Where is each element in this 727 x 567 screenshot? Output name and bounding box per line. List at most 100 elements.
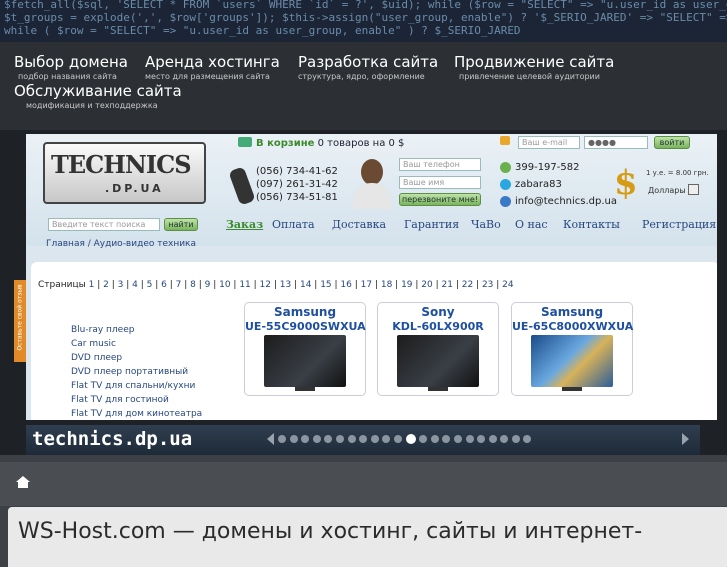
slider-dot[interactable] [453,435,462,443]
password-field[interactable]: ●●●● [584,136,648,149]
slider-dot[interactable] [393,435,402,443]
slider-dot[interactable] [500,435,509,443]
slider-dot[interactable] [419,435,428,443]
page-link[interactable]: 16 [340,280,351,290]
page-link[interactable]: 13 [280,280,291,290]
menu-faq[interactable]: ЧаВо [471,218,501,231]
page-link[interactable]: 9 [205,280,211,290]
slider-dot[interactable] [359,435,368,443]
home-icon[interactable] [16,476,30,488]
shop-header: TECHNICS .DP.UA В корзине 0 товаров на 0… [26,134,717,249]
slider-dot[interactable] [312,435,321,443]
product-card[interactable]: Samsung UE-65C8000XWXUA [511,302,633,396]
menu-contacts[interactable]: Контакты [563,218,620,231]
slider-dot[interactable] [405,434,416,444]
page-link[interactable]: 15 [320,280,331,290]
category-link[interactable]: DVD плеер [71,351,202,365]
contact-email[interactable]: info@technics.dp.ua [500,193,617,210]
page-link[interactable]: 19 [401,280,412,290]
page-link[interactable]: 22 [462,280,473,290]
slider-dot[interactable] [430,435,439,443]
slider-dot[interactable] [442,435,451,443]
lock-icon [500,136,510,145]
page-link[interactable]: 8 [190,280,196,290]
page-link[interactable]: 14 [300,280,311,290]
category-link[interactable]: Car music [71,337,202,351]
slider-dot[interactable] [465,435,474,443]
currency-select[interactable]: Доллары [648,184,699,195]
feedback-tab[interactable]: Оставьте свой отзыв [14,280,26,362]
page-link[interactable]: 17 [361,280,372,290]
slider-dot[interactable] [370,435,379,443]
page-link[interactable]: 3 [118,280,124,290]
page-link[interactable]: 21 [442,280,453,290]
email-field[interactable]: Ваш e-mail [518,136,580,149]
category-link[interactable]: DVD плеер портативный [71,365,202,379]
shop-logo: TECHNICS .DP.UA [43,142,206,204]
page-link[interactable]: 2 [103,280,109,290]
menu-about[interactable]: О нас [515,218,548,231]
nav-title: Разработка сайта [298,53,439,71]
slider-dots [278,434,532,444]
slider-dot[interactable] [289,435,298,443]
category-link[interactable]: Flat TV для спальни/кухни [71,379,202,393]
nav-item-hosting[interactable]: Аренда хостинга место для размещения сай… [145,53,280,82]
callback-name-input[interactable]: Ваше имя [399,176,481,189]
slider-dot[interactable] [523,435,532,443]
page-link[interactable]: 23 [482,280,493,290]
slider-dot[interactable] [324,435,333,443]
menu-payment[interactable]: Оплата [272,218,315,231]
page-link[interactable]: 18 [381,280,392,290]
page-link[interactable]: 24 [502,280,513,290]
slider-dot[interactable] [301,435,310,443]
category-link[interactable]: Flat TV для дом кинотеатра [71,407,202,420]
nav-item-domain[interactable]: Выбор домена подбор названия сайта [14,53,128,82]
menu-delivery[interactable]: Доставка [332,218,386,231]
category-link[interactable]: Flat TV для гостиной [71,393,202,407]
phone-list: (056) 734-41-62 (097) 261-31-42 (056) 73… [256,165,338,204]
nav-subtitle: модификация и техподдержка [26,101,158,110]
phone-number: (056) 734-41-62 [256,166,338,177]
callback-button[interactable]: перезвоните мне! [399,193,481,206]
page-link[interactable]: 11 [239,280,250,290]
nav-title: Обслуживание сайта [14,82,182,100]
icq-icon [500,162,511,173]
page-link[interactable]: 6 [161,280,167,290]
slider-dot[interactable] [278,435,286,443]
nav-item-maintenance[interactable]: Обслуживание сайта модификация и техподд… [14,82,182,111]
login-button[interactable]: войти [654,136,690,149]
slider-dot[interactable] [382,435,391,443]
product-brand: Samsung [540,305,604,319]
search-button[interactable]: найти [164,218,198,231]
nav-item-promotion[interactable]: Продвижение сайта привлечение целевой ау… [454,53,614,82]
callback-phone-input[interactable]: Ваш телефон [399,158,481,171]
slider-dot[interactable] [511,435,520,443]
slider-dot[interactable] [347,435,356,443]
menu-register[interactable]: Регистрация [642,218,716,231]
next-arrow-icon[interactable] [682,433,689,445]
cart-label: В корзине [256,138,315,149]
product-card[interactable]: Sony KDL-60LX900R [377,302,499,396]
page-link[interactable]: 7 [176,280,182,290]
prev-arrow-icon[interactable] [267,433,274,445]
product-card[interactable]: Samsung UE-55C9000SWXUA [244,302,366,396]
portfolio-screenshot[interactable]: TECHNICS .DP.UA В корзине 0 товаров на 0… [26,134,717,420]
footer-panel: WS-Host.com — домены и хостинг, сайты и … [8,507,727,567]
slider-dot[interactable] [335,435,344,443]
page-link[interactable]: 5 [147,280,153,290]
nav-item-development[interactable]: Разработка сайта структура, ядро, оформл… [298,53,438,82]
search-input[interactable]: Введите текст поиска [48,218,160,231]
page-link[interactable]: 4 [132,280,138,290]
phone-icon [228,166,256,206]
product-model: UE-55C9000SWXUA [245,320,366,333]
page-link[interactable]: 12 [260,280,271,290]
category-link[interactable]: Blu-ray плеер [71,323,202,337]
page-link[interactable]: 20 [421,280,432,290]
page-link[interactable]: 1 [89,280,95,290]
page-link[interactable]: 10 [219,280,230,290]
slider-dot[interactable] [477,435,486,443]
slider-dot[interactable] [488,435,497,443]
breadcrumb[interactable]: Главная / Аудио-видео техника [46,239,196,249]
menu-warranty[interactable]: Гарантия [404,218,459,231]
menu-order[interactable]: Заказ [226,218,263,231]
